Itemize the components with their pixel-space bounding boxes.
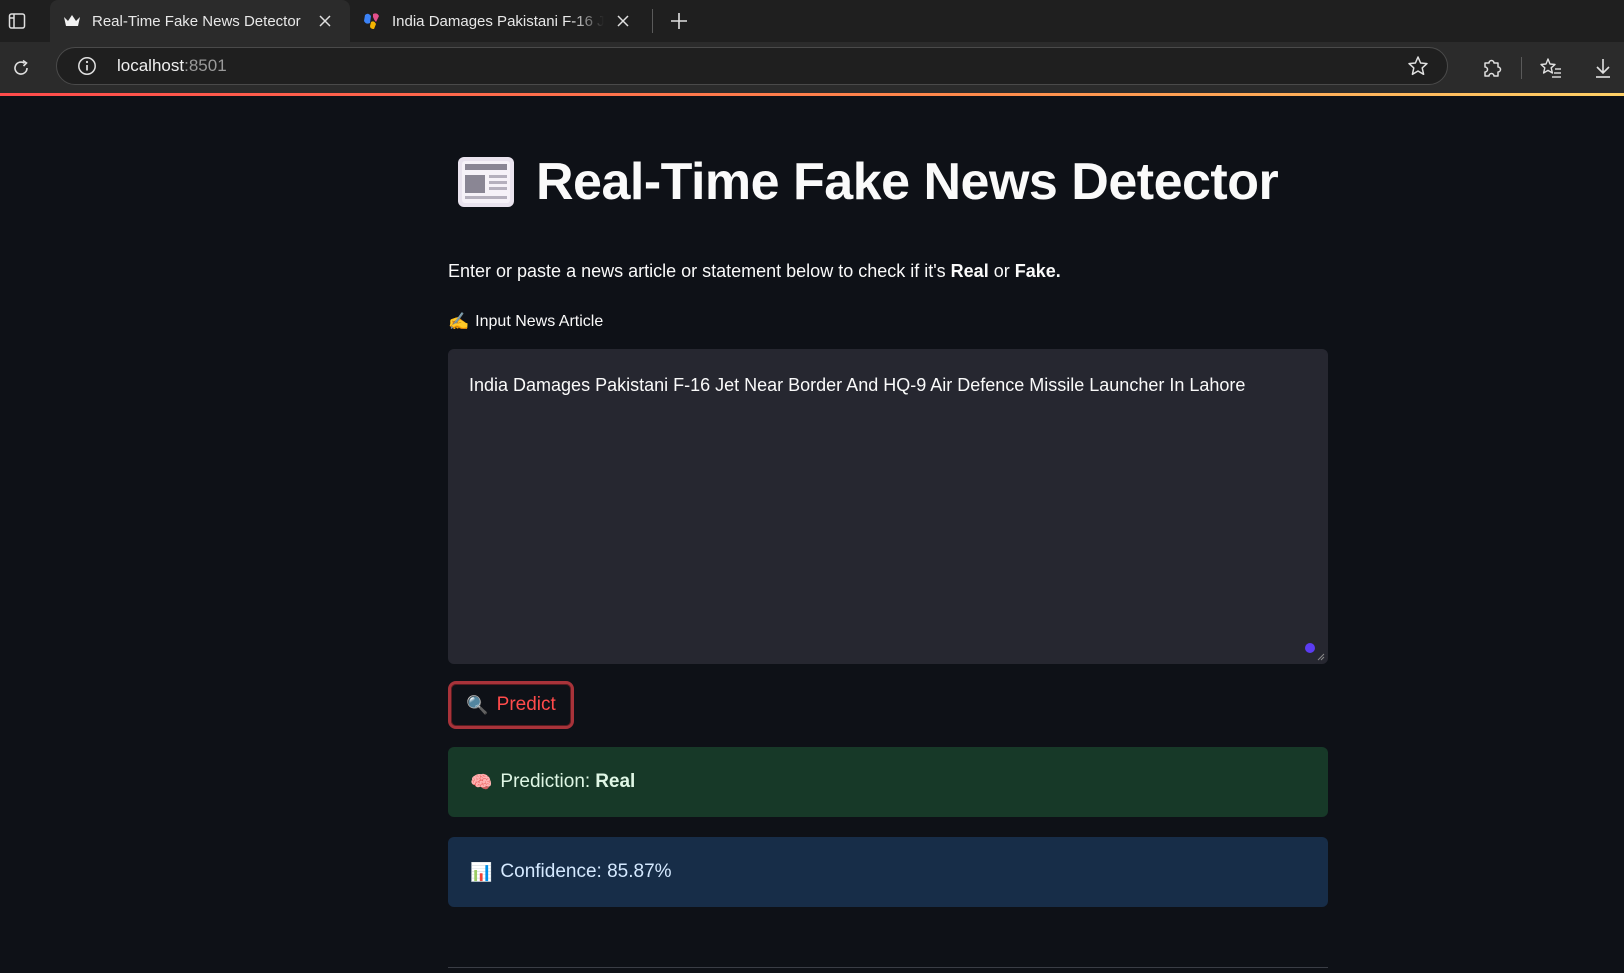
- download-icon: [1596, 59, 1610, 78]
- section-divider: [448, 967, 1328, 968]
- refresh-icon: [14, 59, 28, 75]
- predict-button-label: Predict: [496, 694, 556, 715]
- refresh-button[interactable]: [0, 47, 42, 89]
- extensions-button[interactable]: [1471, 47, 1513, 89]
- tab-actions-icon: [8, 13, 26, 29]
- browser-tab-bar: Real-Time Fake News Detector India Damag…: [0, 0, 1624, 42]
- input-label-text: Input News Article: [475, 313, 604, 330]
- writing-hand-icon: ✍️: [448, 312, 470, 331]
- plus-icon: [671, 13, 687, 29]
- tab-separator: [652, 9, 653, 33]
- grammar-indicator-dot: [1305, 643, 1315, 653]
- news-article-textarea[interactable]: [449, 350, 1327, 663]
- favorites-button[interactable]: [1530, 47, 1572, 89]
- favorites-list-icon: [1540, 58, 1561, 78]
- toolbar-right-actions: [1471, 47, 1624, 89]
- favorite-star-icon[interactable]: [1407, 55, 1429, 82]
- news-input-container: [448, 349, 1328, 664]
- newspaper-icon: [458, 157, 514, 207]
- extensions-icon: [1484, 59, 1502, 77]
- url-text: localhost:8501: [117, 56, 227, 75]
- confidence-text: Confidence: 85.87%: [500, 861, 672, 882]
- close-tab-icon[interactable]: [314, 10, 336, 32]
- close-tab-icon[interactable]: [612, 10, 634, 32]
- bar-chart-icon: 📊: [470, 861, 493, 882]
- prediction-label: Prediction:: [500, 771, 591, 792]
- new-tab-button[interactable]: [661, 3, 697, 39]
- magnifier-icon: 🔍: [466, 694, 489, 715]
- address-bar[interactable]: localhost:8501: [56, 47, 1448, 85]
- resize-handle-icon[interactable]: [1315, 651, 1325, 661]
- intro-text: Enter or paste a news article or stateme…: [448, 261, 1061, 281]
- brain-icon: 🧠: [470, 771, 493, 792]
- page-title: Real-Time Fake News Detector: [536, 153, 1279, 211]
- toolbar-separator: [1521, 57, 1522, 79]
- downloads-button[interactable]: [1582, 47, 1624, 89]
- browser-toolbar: localhost:8501: [0, 42, 1624, 94]
- prediction-alert: 🧠 Prediction: Real: [448, 747, 1328, 817]
- site-info-icon[interactable]: [75, 54, 99, 78]
- tab-title: India Damages Pakistani F-16 Jet Near Bo…: [392, 12, 604, 30]
- copilot-icon: [362, 11, 382, 31]
- app-content: Real-Time Fake News Detector Enter or pa…: [0, 96, 1624, 973]
- input-label: ✍️ Input News Article: [448, 312, 603, 332]
- tab-active[interactable]: Real-Time Fake News Detector: [50, 0, 350, 42]
- prediction-value: Real: [595, 771, 636, 792]
- predict-button[interactable]: 🔍 Predict: [448, 681, 574, 729]
- crown-icon: [62, 11, 82, 31]
- tab-title: Real-Time Fake News Detector: [92, 12, 301, 30]
- confidence-alert: 📊 Confidence: 85.87%: [448, 837, 1328, 907]
- tab-inactive[interactable]: India Damages Pakistani F-16 Jet Near Bo…: [350, 0, 648, 42]
- tab-actions-button[interactable]: [0, 0, 34, 42]
- title-row: Real-Time Fake News Detector: [456, 152, 1279, 212]
